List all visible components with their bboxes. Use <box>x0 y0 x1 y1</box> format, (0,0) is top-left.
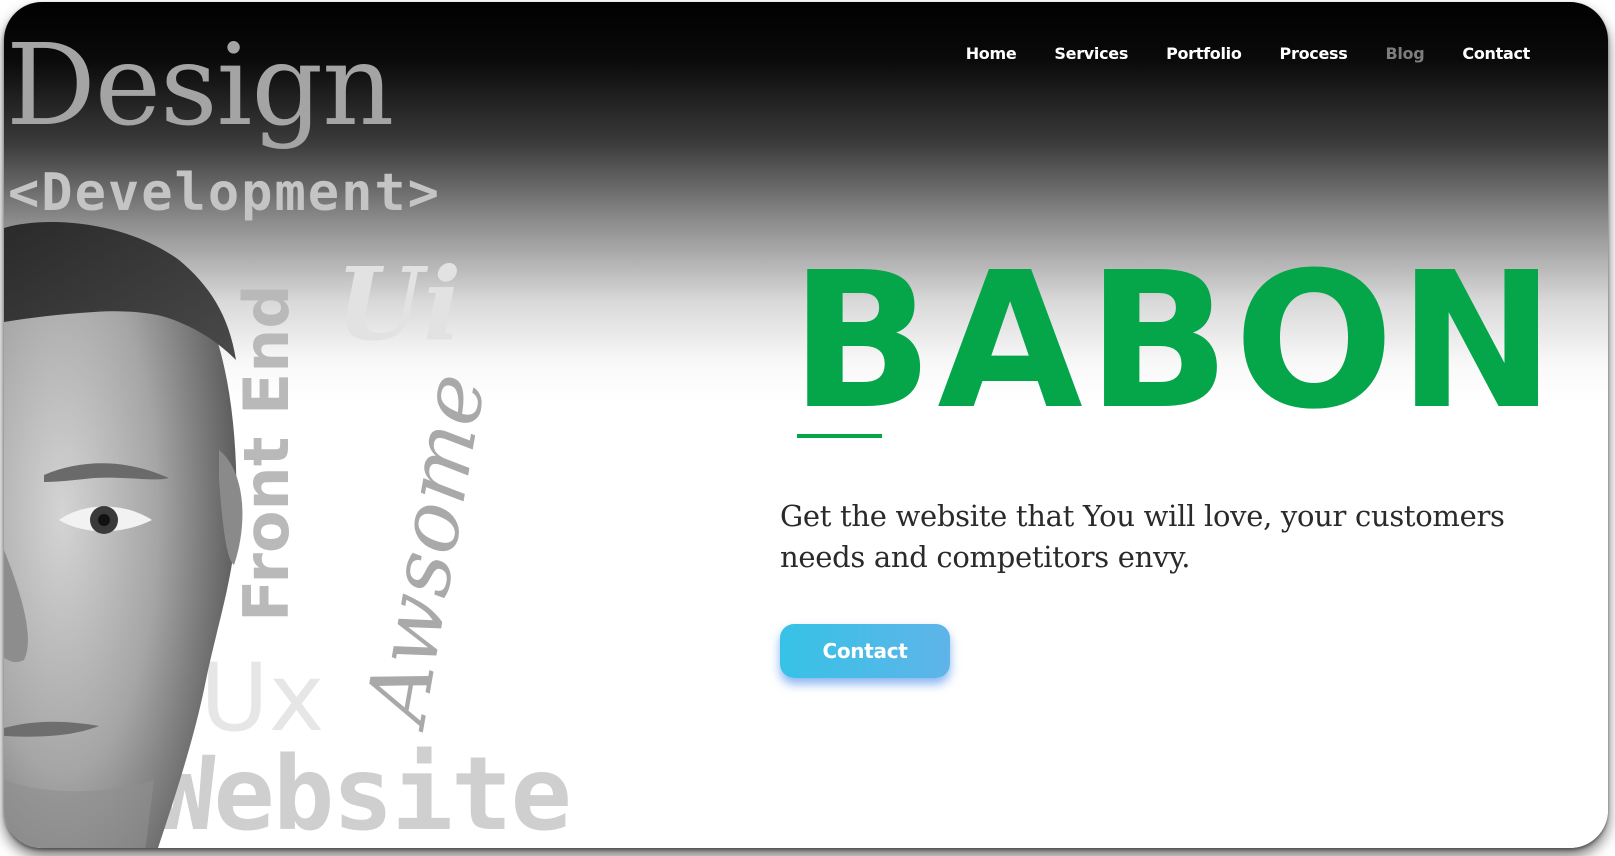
wordcloud-awsome: Awsome <box>347 366 505 730</box>
wordcloud-development: <Development> <box>8 163 441 223</box>
hero-subtitle: Get the website that You will love, your… <box>780 499 1505 574</box>
nav-portfolio[interactable]: Portfolio <box>1166 44 1242 63</box>
title-underline <box>797 434 882 438</box>
wordcloud-ui: Ui <box>336 245 462 363</box>
nav-contact[interactable]: Contact <box>1462 44 1530 63</box>
contact-button[interactable]: Contact <box>780 624 950 678</box>
nav-services[interactable]: Services <box>1054 44 1128 63</box>
main-nav: Home Services Portfolio Process Blog Con… <box>966 44 1531 63</box>
nav-home[interactable]: Home <box>966 44 1017 63</box>
hero-title: BABON <box>790 232 1560 451</box>
nav-process[interactable]: Process <box>1280 44 1348 63</box>
wordcloud-design: Design <box>6 21 394 151</box>
nav-blog[interactable]: Blog <box>1385 44 1424 63</box>
portrait-image <box>4 222 243 848</box>
hero-section: Design <Development> Ui Ux Front End Aws… <box>4 2 1608 848</box>
